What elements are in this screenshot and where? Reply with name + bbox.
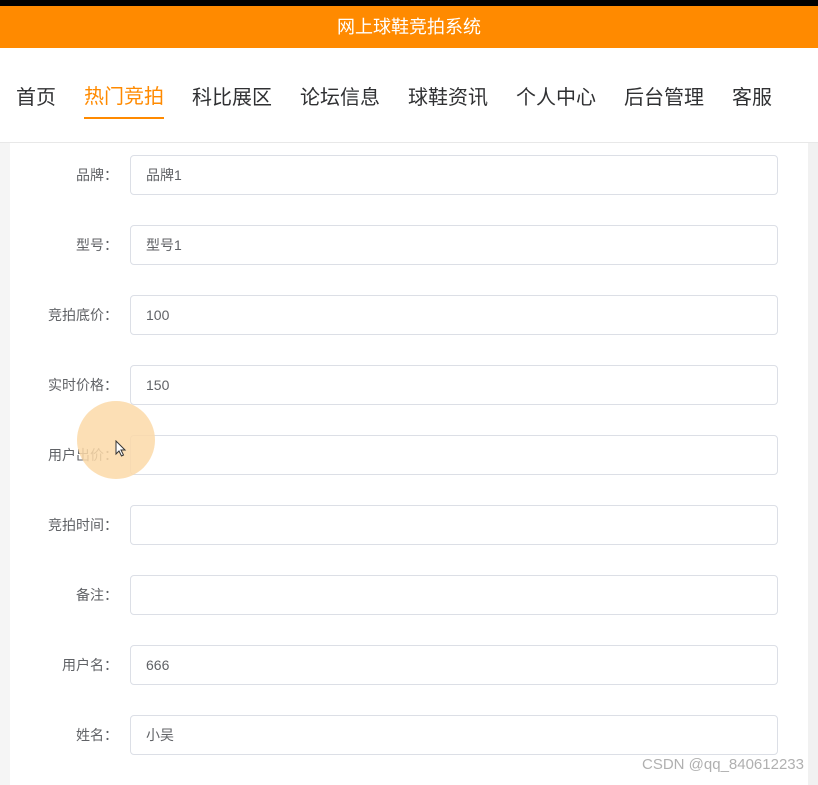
base-price-input[interactable] [130, 295, 778, 335]
username-label: 用户名： [10, 655, 130, 675]
header-title: 网上球鞋竞拍系统 [337, 17, 481, 37]
brand-label: 品牌： [10, 165, 130, 185]
form-row-model: 型号： [10, 225, 808, 265]
bid-time-input[interactable] [130, 505, 778, 545]
nav-item-shoe-news[interactable]: 球鞋资讯 [408, 73, 488, 118]
form-row-base-price: 竞拍底价： [10, 295, 808, 335]
form-row-name: 姓名： [10, 715, 808, 755]
username-input[interactable] [130, 645, 778, 685]
form-row-bid-time: 竞拍时间： [10, 505, 808, 545]
nav-item-home[interactable]: 首页 [16, 73, 56, 118]
real-price-input[interactable] [130, 365, 778, 405]
scrollbar-vertical[interactable] [808, 143, 818, 785]
form-row-remark: 备注： [10, 575, 808, 615]
real-price-label: 实时价格： [10, 375, 130, 395]
form-row-brand: 品牌： [10, 155, 808, 195]
name-label: 姓名： [10, 725, 130, 745]
base-price-label: 竞拍底价： [10, 305, 130, 325]
brand-input[interactable] [130, 155, 778, 195]
watermark: CSDN @qq_840612233 [642, 756, 804, 773]
nav-item-service[interactable]: 客服 [732, 73, 772, 118]
nav-item-personal[interactable]: 个人中心 [516, 73, 596, 118]
form-row-username: 用户名： [10, 645, 808, 685]
nav-bar: 首页 热门竞拍 科比展区 论坛信息 球鞋资讯 个人中心 后台管理 客服 [0, 48, 818, 143]
form-container: 品牌： 型号： 竞拍底价： 实时价格： 用户出价： 竞拍时间： 备注： [10, 143, 808, 785]
remark-label: 备注： [10, 585, 130, 605]
form-row-user-bid: 用户出价： [10, 435, 808, 475]
header-bar: 网上球鞋竞拍系统 [0, 6, 818, 48]
name-input[interactable] [130, 715, 778, 755]
nav-item-kobe-zone[interactable]: 科比展区 [192, 73, 272, 118]
user-bid-input[interactable] [130, 435, 778, 475]
bid-time-label: 竞拍时间： [10, 515, 130, 535]
model-input[interactable] [130, 225, 778, 265]
model-label: 型号： [10, 235, 130, 255]
user-bid-label: 用户出价： [10, 445, 130, 465]
form-row-real-price: 实时价格： [10, 365, 808, 405]
nav-item-forum[interactable]: 论坛信息 [300, 73, 380, 118]
content-area: 品牌： 型号： 竞拍底价： 实时价格： 用户出价： 竞拍时间： 备注： [0, 143, 818, 785]
nav-item-admin[interactable]: 后台管理 [624, 73, 704, 118]
nav-item-hot-auction[interactable]: 热门竞拍 [84, 72, 164, 119]
remark-input[interactable] [130, 575, 778, 615]
